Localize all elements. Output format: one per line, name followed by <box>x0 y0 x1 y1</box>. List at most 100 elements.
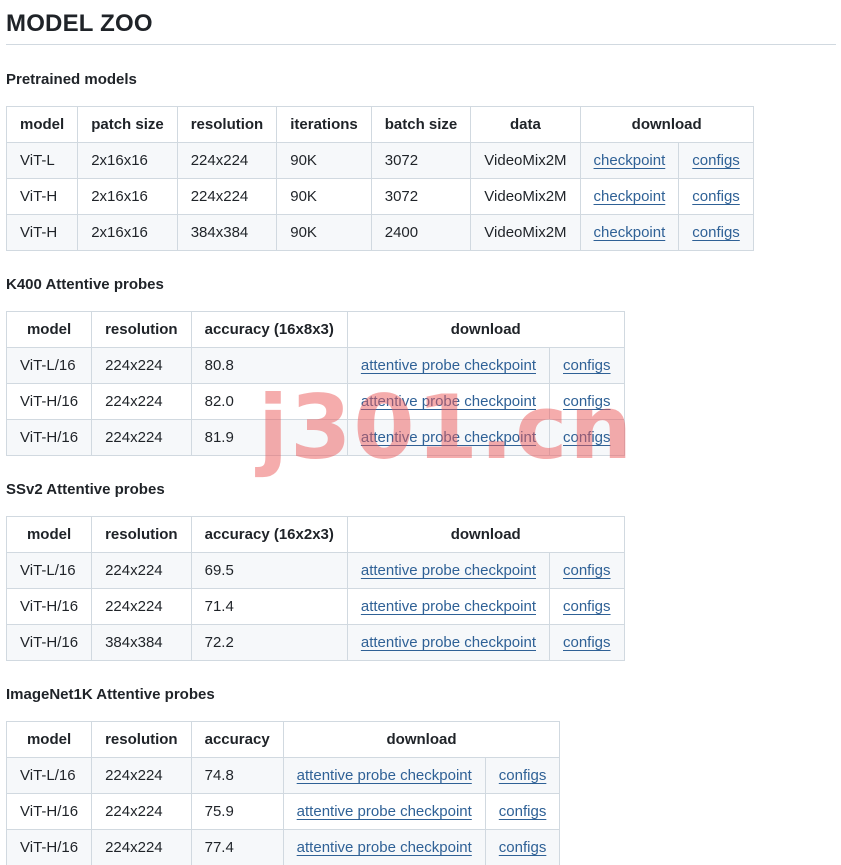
resolution-cell: 224x224 <box>91 347 192 384</box>
column-header: download <box>282 721 561 758</box>
configs-link[interactable]: configs <box>499 803 547 820</box>
probe-checkpoint-link[interactable]: attentive probe checkpoint <box>297 803 472 820</box>
ssv2-table: model resolution accuracy (16x2x3) downl… <box>5 516 625 661</box>
configs-cell: configs <box>549 383 625 420</box>
configs-link[interactable]: configs <box>499 767 547 784</box>
accuracy-cell: 74.8 <box>190 757 284 794</box>
model-cell: ViT-L <box>5 142 79 179</box>
accuracy-cell: 77.4 <box>190 829 284 865</box>
resolution-cell: 224x224 <box>91 757 192 794</box>
configs-cell: configs <box>549 347 625 384</box>
model-cell: ViT-H/16 <box>5 419 93 456</box>
checkpoint-link[interactable]: checkpoint <box>594 224 666 241</box>
accuracy-cell: 69.5 <box>190 552 348 589</box>
iterations-cell: 90K <box>276 142 372 179</box>
imagenet-table: model resolution accuracy download ViT-L… <box>5 721 561 865</box>
model-cell: ViT-H/16 <box>5 624 93 661</box>
patch-size-cell: 2x16x16 <box>77 142 178 179</box>
probe-checkpoint-link[interactable]: attentive probe checkpoint <box>361 429 536 446</box>
configs-link[interactable]: configs <box>563 357 611 374</box>
configs-cell: configs <box>549 552 625 589</box>
configs-link[interactable]: configs <box>692 224 740 241</box>
resolution-cell: 224x224 <box>176 178 278 215</box>
accuracy-cell: 82.0 <box>190 383 348 420</box>
accuracy-cell: 81.9 <box>190 419 348 456</box>
configs-cell: configs <box>678 178 754 215</box>
pretrained-table: model patch size resolution iterations b… <box>5 106 754 251</box>
accuracy-cell: 72.2 <box>190 624 348 661</box>
configs-link[interactable]: configs <box>692 188 740 205</box>
checkpoint-link[interactable]: checkpoint <box>594 152 666 169</box>
checkpoint-cell: attentive probe checkpoint <box>346 624 551 661</box>
column-header: model <box>5 516 93 553</box>
column-header: accuracy (16x2x3) <box>190 516 348 553</box>
checkpoint-cell: attentive probe checkpoint <box>282 757 486 794</box>
model-cell: ViT-H/16 <box>5 588 93 625</box>
configs-cell: configs <box>484 757 561 794</box>
configs-cell: configs <box>678 142 754 179</box>
k400-heading: K400 Attentive probes <box>6 276 164 293</box>
probe-checkpoint-link[interactable]: attentive probe checkpoint <box>297 767 472 784</box>
probe-checkpoint-link[interactable]: attentive probe checkpoint <box>361 634 536 651</box>
column-header: model <box>5 721 93 758</box>
configs-link[interactable]: configs <box>563 634 611 651</box>
accuracy-cell: 80.8 <box>190 347 348 384</box>
resolution-cell: 224x224 <box>91 552 192 589</box>
column-header: resolution <box>91 516 192 553</box>
checkpoint-cell: attentive probe checkpoint <box>346 588 551 625</box>
checkpoint-cell: attentive probe checkpoint <box>346 419 551 456</box>
configs-cell: configs <box>678 214 754 251</box>
configs-link[interactable]: configs <box>563 393 611 410</box>
probe-checkpoint-link[interactable]: attentive probe checkpoint <box>361 562 536 579</box>
table-header-row: model resolution accuracy (16x8x3) downl… <box>5 311 625 348</box>
column-header: download <box>579 106 754 143</box>
table-row: ViT-L/16 224x224 80.8 attentive probe ch… <box>5 347 625 384</box>
resolution-cell: 224x224 <box>91 419 192 456</box>
accuracy-cell: 75.9 <box>190 793 284 830</box>
resolution-cell: 224x224 <box>91 829 192 865</box>
table-row: ViT-H/16 384x384 72.2 attentive probe ch… <box>5 624 625 661</box>
patch-size-cell: 2x16x16 <box>77 214 178 251</box>
probe-checkpoint-link[interactable]: attentive probe checkpoint <box>297 839 472 856</box>
batch-size-cell: 3072 <box>370 142 472 179</box>
checkpoint-cell: attentive probe checkpoint <box>346 347 551 384</box>
configs-link[interactable]: configs <box>563 562 611 579</box>
configs-link[interactable]: configs <box>563 429 611 446</box>
checkpoint-link[interactable]: checkpoint <box>594 188 666 205</box>
table-row: ViT-H/16 224x224 82.0 attentive probe ch… <box>5 383 625 420</box>
table-row: ViT-H/16 224x224 71.4 attentive probe ch… <box>5 588 625 625</box>
imagenet-heading: ImageNet1K Attentive probes <box>6 686 215 703</box>
table-row: ViT-H/16 224x224 77.4 attentive probe ch… <box>5 829 561 865</box>
table-row: ViT-L/16 224x224 69.5 attentive probe ch… <box>5 552 625 589</box>
resolution-cell: 224x224 <box>91 383 192 420</box>
configs-cell: configs <box>484 793 561 830</box>
model-cell: ViT-L/16 <box>5 347 93 384</box>
configs-cell: configs <box>549 588 625 625</box>
checkpoint-cell: checkpoint <box>579 214 680 251</box>
iterations-cell: 90K <box>276 178 372 215</box>
model-cell: ViT-L/16 <box>5 552 93 589</box>
k400-table: model resolution accuracy (16x8x3) downl… <box>5 311 625 456</box>
resolution-cell: 224x224 <box>176 142 278 179</box>
probe-checkpoint-link[interactable]: attentive probe checkpoint <box>361 393 536 410</box>
resolution-cell: 384x384 <box>91 624 192 661</box>
model-cell: ViT-H/16 <box>5 829 93 865</box>
model-cell: ViT-H <box>5 178 79 215</box>
column-header: download <box>346 516 625 553</box>
checkpoint-cell: checkpoint <box>579 142 680 179</box>
configs-link[interactable]: configs <box>499 839 547 856</box>
column-header: resolution <box>91 311 192 348</box>
configs-cell: configs <box>549 624 625 661</box>
data-cell: VideoMix2M <box>470 142 581 179</box>
configs-link[interactable]: configs <box>692 152 740 169</box>
checkpoint-cell: checkpoint <box>579 178 680 215</box>
patch-size-cell: 2x16x16 <box>77 178 178 215</box>
probe-checkpoint-link[interactable]: attentive probe checkpoint <box>361 598 536 615</box>
configs-link[interactable]: configs <box>563 598 611 615</box>
iterations-cell: 90K <box>276 214 372 251</box>
batch-size-cell: 3072 <box>370 178 472 215</box>
column-header: download <box>346 311 625 348</box>
probe-checkpoint-link[interactable]: attentive probe checkpoint <box>361 357 536 374</box>
pretrained-heading: Pretrained models <box>6 71 137 88</box>
configs-cell: configs <box>549 419 625 456</box>
